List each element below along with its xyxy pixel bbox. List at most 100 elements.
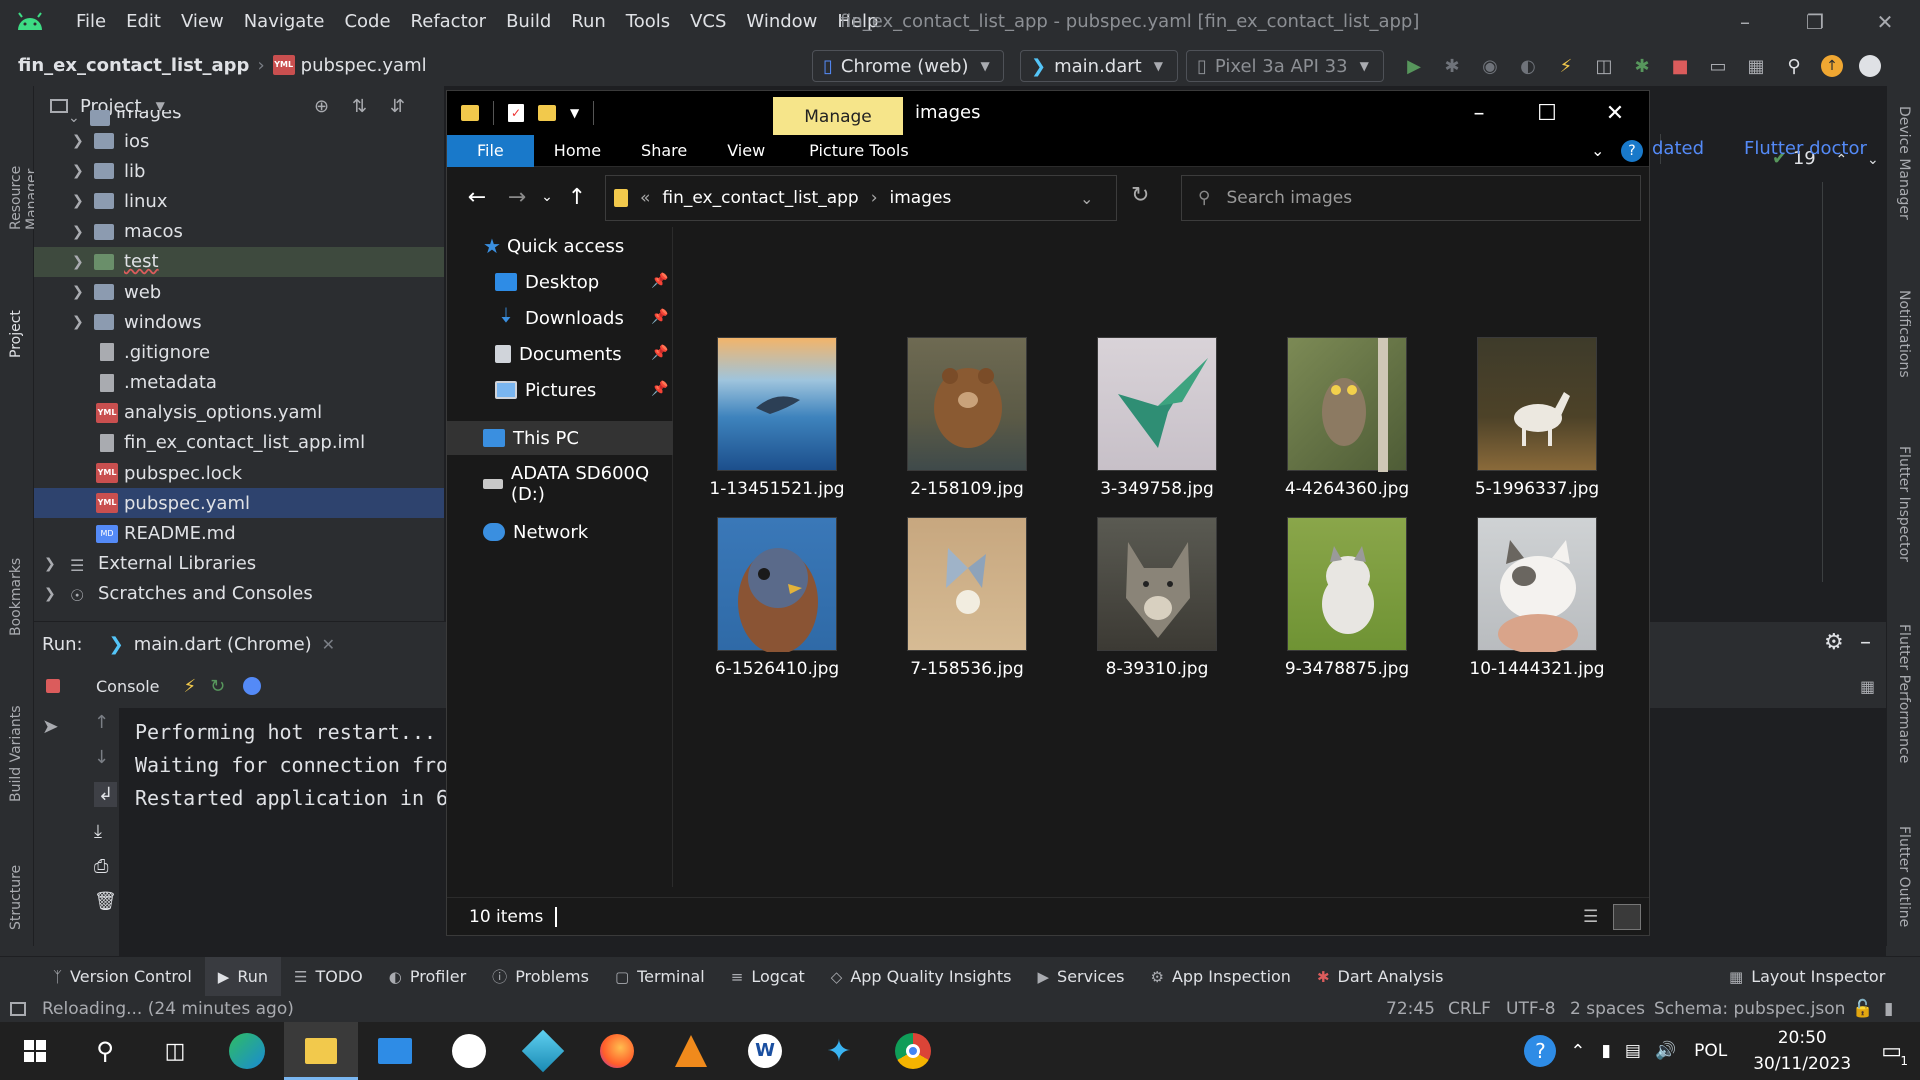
tool-tab-version-control[interactable]: ᛉ Version Control [40, 957, 205, 997]
battery-icon[interactable]: ▮ [1602, 1041, 1611, 1061]
chevron-down-icon[interactable]: ⌄ [1591, 141, 1604, 160]
taskbar-edge[interactable] [210, 1022, 284, 1080]
nav-desktop[interactable]: Desktop [495, 265, 673, 299]
notification-center[interactable]: ▭ 1 [1881, 1039, 1908, 1068]
tool-tab-logcat[interactable]: ≡ Logcat [718, 957, 818, 997]
ribbon-tab-file[interactable]: File [447, 134, 534, 167]
taskbar-chrome[interactable] [876, 1022, 950, 1080]
chevron-down-icon[interactable]: ⌄ [1867, 152, 1879, 168]
tree-item-scratches[interactable]: ❯ ☉ Scratches and Consoles [34, 579, 444, 609]
details-view-icon[interactable]: ☰ [1583, 907, 1598, 927]
taskbar-vlc[interactable] [654, 1022, 728, 1080]
scroll-to-end-icon[interactable]: ⤓ [94, 821, 117, 842]
debug-icon[interactable]: ✱ [1433, 50, 1471, 82]
close-icon[interactable]: ✕ [1581, 91, 1649, 135]
tree-item-iml[interactable]: fin_ex_contact_list_app.iml [34, 428, 444, 458]
pub-updated-link[interactable]: dated [1652, 138, 1704, 159]
address-bar[interactable]: « fin_ex_contact_list_app › images ⌄ [605, 175, 1117, 221]
maximize-icon[interactable]: ☐ [1513, 91, 1581, 135]
tree-item-readme[interactable]: MD README.md [34, 518, 444, 548]
tool-tab-services[interactable]: ▶ Services [1024, 957, 1137, 997]
manage-tab[interactable]: Manage [773, 97, 903, 137]
layout-icon[interactable]: ▦ [1860, 677, 1875, 696]
minimize-icon[interactable]: – [1445, 91, 1513, 135]
flutter-doctor-link[interactable]: Flutter doctor [1744, 138, 1867, 159]
taskbar-file-explorer[interactable] [284, 1022, 358, 1080]
taskbar-3d-app[interactable] [506, 1022, 580, 1080]
search-icon[interactable]: ⚲ [1775, 50, 1813, 82]
task-view-button[interactable]: ◫ [140, 1022, 210, 1080]
device-manager-icon[interactable]: ▭ [1699, 50, 1737, 82]
arrow-up-icon[interactable]: ↑ [94, 712, 117, 733]
chevron-down-icon[interactable]: ⌄ [1080, 189, 1093, 208]
line-separator[interactable]: CRLF [1448, 999, 1491, 1019]
status-message[interactable]: Reloading... (24 minutes ago) [42, 999, 294, 1019]
tree-item-macos[interactable]: ❯ macos [34, 217, 444, 247]
flutter-inspector-tab[interactable]: Flutter Inspector [1896, 446, 1912, 586]
menu-file[interactable]: File [66, 0, 116, 44]
up-arrow-icon[interactable]: ↑ [557, 185, 597, 210]
run-config-dropdown[interactable]: ❯ main.dart ▼ [1020, 50, 1178, 82]
tree-item-test[interactable]: ❯ test [34, 246, 444, 277]
properties-icon[interactable]: ✓ [508, 104, 524, 122]
tool-tab-dart-analysis[interactable]: ✱ Dart Analysis [1304, 957, 1457, 997]
menu-build[interactable]: Build [496, 0, 561, 44]
tool-tab-layout-inspector[interactable]: ▦ Layout Inspector [1716, 957, 1898, 997]
tree-item-gitignore[interactable]: .gitignore [34, 337, 444, 367]
device-target-dropdown[interactable]: ▯ Chrome (web) ▼ [812, 50, 1004, 82]
menu-code[interactable]: Code [334, 0, 400, 44]
input-language[interactable]: POL [1694, 1041, 1727, 1061]
hot-restart-icon[interactable]: ↻ [210, 676, 225, 697]
address-segment-parent[interactable]: fin_ex_contact_list_app [662, 188, 858, 208]
hot-reload-icon[interactable]: ⚡ [1547, 50, 1585, 82]
file-encoding[interactable]: UTF-8 [1506, 999, 1556, 1019]
search-button[interactable]: ⚲ [70, 1022, 140, 1080]
back-arrow-icon[interactable]: ← [457, 185, 497, 210]
tree-item-windows[interactable]: ❯ windows [34, 307, 444, 337]
nav-documents[interactable]: Documents [495, 337, 673, 371]
pin-icon[interactable]: 📌 [651, 309, 668, 325]
address-overflow[interactable]: « [640, 188, 650, 208]
address-segment-current[interactable]: images [890, 188, 952, 208]
profile-icon[interactable]: ◐ [1509, 50, 1547, 82]
help-icon[interactable]: ? [1524, 1035, 1557, 1067]
build-variants-tab[interactable]: Build Variants [8, 696, 24, 802]
bookmarks-tab[interactable]: Bookmarks [8, 556, 24, 636]
tree-item-pubspec-lock[interactable]: YML pubspec.lock [34, 458, 444, 488]
stop-icon[interactable]: ■ [1661, 50, 1699, 82]
emulator-dropdown[interactable]: ▯ Pixel 3a API 33 ▼ [1186, 50, 1384, 82]
menu-tools[interactable]: Tools [616, 0, 680, 44]
taskbar-app-smiley[interactable] [432, 1022, 506, 1080]
flutter-outline-tab[interactable]: Flutter Outline [1896, 826, 1912, 976]
chevron-up-icon[interactable]: ⌃ [1570, 1041, 1585, 1062]
tree-item-metadata[interactable]: .metadata [34, 368, 444, 398]
device-manager-tab[interactable]: Device Manager [1896, 106, 1912, 236]
help-icon[interactable]: ? [1621, 140, 1643, 162]
menu-navigate[interactable]: Navigate [234, 0, 335, 44]
json-schema[interactable]: Schema: pubspec.json [1654, 999, 1845, 1019]
taskbar-android-studio[interactable]: ✦ [802, 1022, 876, 1080]
apply-changes-icon[interactable]: ◫ [1585, 50, 1623, 82]
ribbon-tab-view[interactable]: View [707, 135, 785, 167]
tool-tab-todo[interactable]: ☰ TODO [281, 957, 376, 997]
taskbar-firefox[interactable] [580, 1022, 654, 1080]
tree-item-lib[interactable]: ❯ lib [34, 156, 444, 186]
restore-icon[interactable]: ❐ [1780, 0, 1850, 44]
close-icon[interactable]: ✕ [1850, 0, 1920, 44]
nav-quick-access[interactable]: ★ Quick access [483, 229, 624, 263]
run-with-coverage-icon[interactable]: ◉ [1471, 50, 1509, 82]
pin-icon[interactable]: ➤ [42, 714, 59, 738]
chevron-down-icon[interactable]: ▼ [570, 106, 579, 120]
tool-tab-run[interactable]: ▶ Run [204, 956, 282, 997]
flutter-performance-tab[interactable]: Flutter Performance [1896, 624, 1912, 794]
pin-icon[interactable]: 📌 [651, 381, 668, 397]
large-icons-view-icon[interactable] [1613, 904, 1641, 930]
run-icon[interactable]: ▶ [1395, 50, 1433, 82]
sdk-manager-icon[interactable]: ▦ [1737, 50, 1775, 82]
menu-window[interactable]: Window [736, 0, 827, 44]
ribbon-tab-picture-tools[interactable]: Picture Tools [789, 135, 929, 167]
lock-icon[interactable]: 🔓 [1852, 999, 1873, 1019]
ribbon-tab-home[interactable]: Home [534, 135, 621, 167]
search-box[interactable]: ⚲ Search images [1181, 175, 1641, 221]
print-icon[interactable]: ⎙ [94, 856, 117, 877]
